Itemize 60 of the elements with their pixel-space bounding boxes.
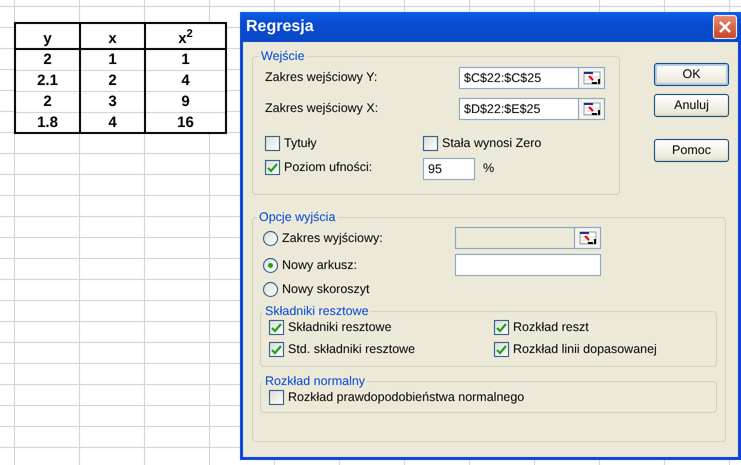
- checkbox[interactable]: [269, 390, 284, 405]
- group-legend: Wejście: [259, 50, 307, 64]
- window-title: Regresja: [246, 17, 314, 37]
- checkbox-label: Rozkład linii dopasowanej: [513, 341, 657, 358]
- table-cell: 16: [145, 112, 226, 133]
- table-cell: 1: [145, 49, 226, 70]
- group-legend: Opcje wyjścia: [257, 211, 338, 225]
- checkbox-label: Rozkład reszt: [513, 319, 589, 336]
- close-button[interactable]: [713, 15, 737, 39]
- table-cell: 4: [145, 70, 226, 91]
- table-cell: 4: [80, 112, 145, 133]
- table-cell: 2: [15, 91, 80, 112]
- checkbox-label: Składniki resztowe: [288, 319, 392, 336]
- field-label: Zakres wejściowy X:: [265, 100, 380, 118]
- group-legend: Składniki resztowe: [263, 304, 371, 318]
- radio-button[interactable]: [263, 282, 278, 298]
- checkbox[interactable]: [494, 320, 509, 335]
- table-cell: 1: [80, 49, 145, 70]
- range-field[interactable]: $D$22:$E$25: [459, 98, 579, 120]
- checkbox[interactable]: [423, 136, 438, 152]
- field-label: Zakres wejściowy Y:: [265, 69, 378, 86]
- table-cell: 2: [15, 49, 80, 70]
- dialog-button[interactable]: Pomoc: [654, 139, 729, 162]
- radio-label: Zakres wyjściowy:: [282, 230, 383, 247]
- range-picker-icon: [582, 70, 600, 85]
- range-picker-button[interactable]: [575, 227, 601, 250]
- radio-label: Nowy skoroszyt: [282, 281, 370, 298]
- input-field[interactable]: [455, 254, 601, 276]
- range-picker-icon: [582, 102, 600, 116]
- checkbox[interactable]: [265, 160, 280, 176]
- table-cell: 2.1: [15, 70, 80, 91]
- radio-button[interactable]: [263, 230, 278, 246]
- checkbox-label: Poziom ufności:: [284, 159, 372, 176]
- group-legend: Rozkład normalny: [263, 374, 368, 388]
- range-picker-button[interactable]: [579, 98, 605, 120]
- range-picker-button[interactable]: [579, 66, 605, 89]
- checkbox[interactable]: [494, 342, 509, 357]
- table-cell: 3: [80, 91, 145, 112]
- checkbox[interactable]: [269, 342, 284, 357]
- table-cell: 2: [80, 70, 145, 91]
- checkbox-label: Rozkład prawdopodobieństwa normalnego: [288, 389, 524, 406]
- range-field[interactable]: $C$22:$C$25: [459, 66, 579, 89]
- close-icon: [718, 20, 732, 34]
- unit-label: %: [483, 160, 494, 178]
- checkbox[interactable]: [269, 320, 284, 335]
- checkbox-label: Stała wynosi Zero: [442, 135, 542, 152]
- radio-button[interactable]: [263, 258, 278, 273]
- column-header: x: [80, 23, 145, 49]
- range-picker-icon: [578, 231, 596, 246]
- dialog-button[interactable]: OK: [654, 63, 729, 86]
- column-header: y: [15, 23, 80, 49]
- column-header: x$^{2}$: [145, 23, 226, 49]
- checkbox-label: Std. składniki resztowe: [288, 341, 416, 358]
- checkbox-label: Tytuły: [284, 135, 317, 152]
- table-cell: 9: [145, 91, 226, 112]
- confidence-field[interactable]: 95: [423, 158, 475, 180]
- radio-label: Nowy arkusz:: [282, 256, 358, 274]
- dialog-button[interactable]: Anuluj: [654, 94, 729, 117]
- checkbox[interactable]: [265, 136, 280, 152]
- table-cell: 1.8: [15, 112, 80, 133]
